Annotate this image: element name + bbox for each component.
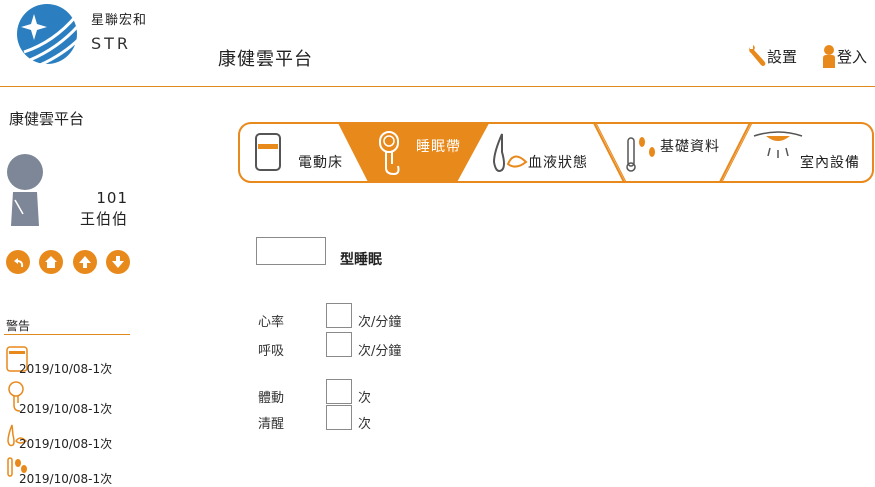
respiration-label: 呼吸 — [258, 344, 285, 359]
patient-name: 王伯伯 — [79, 210, 128, 228]
ceiling-lamp-icon — [753, 131, 803, 158]
str-logo — [17, 4, 80, 66]
tab-indoor-devices[interactable]: 室內設備 — [738, 122, 874, 184]
awake-unit: 次 — [358, 417, 372, 432]
body-movement-label: 體動 — [258, 391, 285, 406]
alert-item-sleep-band[interactable]: 2019/10/08-1次 — [6, 381, 136, 416]
sleep-type-field[interactable] — [256, 237, 326, 265]
page-title: 康健雲平台 — [218, 49, 313, 70]
brand-name-cn: 星聯宏和 — [91, 13, 148, 28]
bed-icon — [255, 133, 281, 171]
tab-label: 室內設備 — [800, 155, 860, 171]
login-label: 登入 — [837, 47, 868, 66]
tab-label: 血液狀態 — [528, 155, 588, 171]
settings-button[interactable]: 設置 — [747, 44, 797, 68]
alert-item-bed[interactable]: 2019/10/08-1次 — [6, 346, 136, 376]
up-arrow-icon — [79, 256, 91, 268]
tab-sleep-band[interactable]: 睡眠帶 — [368, 122, 468, 184]
respiration-field[interactable] — [326, 332, 352, 357]
blood-drop-icon — [492, 133, 528, 172]
heart-rate-unit: 次/分鐘 — [358, 315, 402, 330]
alert-item-blood[interactable]: 2019/10/08-1次 — [6, 423, 136, 453]
alert-item-basic-data[interactable]: 2019/10/08-1次 — [6, 456, 136, 486]
device-tab-bar: 電動床 睡眠帶 血液狀態 基礎資料 室內設備 — [238, 122, 875, 184]
login-button[interactable]: 登入 — [821, 44, 867, 68]
alert-text: 2019/10/08-1次 — [19, 402, 113, 416]
wrench-icon — [749, 45, 766, 66]
respiration-unit: 次/分鐘 — [358, 344, 402, 359]
person-icon — [823, 45, 835, 68]
alerts-heading: 警告 — [6, 319, 31, 333]
scroll-down-button[interactable] — [106, 250, 130, 274]
settings-label: 設置 — [767, 47, 798, 66]
back-button[interactable] — [6, 250, 30, 274]
alert-text: 2019/10/08-1次 — [19, 362, 113, 376]
back-icon — [14, 258, 24, 268]
home-icon — [45, 256, 57, 268]
down-arrow-icon — [112, 256, 124, 268]
header-divider — [0, 86, 875, 87]
home-button[interactable] — [39, 250, 63, 274]
body-movement-unit: 次 — [358, 391, 372, 406]
alert-text: 2019/10/08-1次 — [19, 437, 113, 451]
awake-field[interactable] — [326, 405, 352, 430]
tab-label: 基礎資料 — [660, 139, 720, 155]
sleep-type-label: 型睡眠 — [340, 252, 382, 268]
tab-blood-status[interactable]: 血液狀態 — [484, 122, 594, 184]
tab-label: 電動床 — [298, 155, 343, 171]
awake-label: 清醒 — [258, 417, 285, 432]
scroll-up-button[interactable] — [73, 250, 97, 274]
tab-electric-bed[interactable]: 電動床 — [238, 122, 350, 184]
tab-basic-data[interactable]: 基礎資料 — [610, 122, 730, 184]
tab-label: 睡眠帶 — [416, 139, 461, 155]
brand-name-en: STR — [91, 34, 132, 53]
body-movement-field[interactable] — [326, 379, 352, 404]
alerts-divider — [4, 334, 130, 335]
sleep-band-icon — [379, 131, 400, 176]
sidebar-title: 康健雲平台 — [9, 110, 85, 128]
heart-rate-label: 心率 — [258, 315, 285, 330]
room-number: 101 — [96, 189, 128, 207]
alert-text: 2019/10/08-1次 — [19, 472, 113, 486]
heart-rate-field[interactable] — [326, 303, 352, 328]
thermometer-footprint-icon — [626, 137, 655, 172]
